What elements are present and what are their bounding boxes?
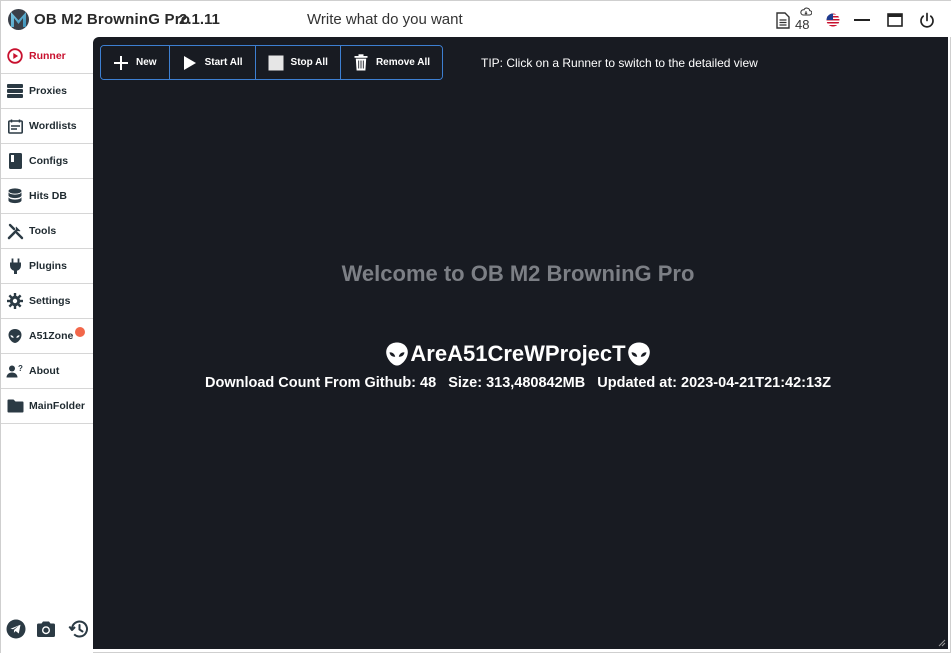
sidebar-item-label: Tools (29, 225, 57, 237)
sidebar-item-label: Wordlists (29, 120, 77, 132)
stop-all-button[interactable]: Stop All (255, 46, 341, 79)
alien-icon (627, 342, 650, 366)
gear-icon (6, 292, 24, 310)
cloud-count: 48 (795, 17, 810, 32)
release-updated: Updated at: 2023-04-21T21:42:13Z (597, 375, 831, 391)
calendar-list-icon (6, 117, 24, 135)
sidebar-item-label: Proxies (29, 85, 67, 97)
sidebar-item-mainfolder[interactable]: MainFolder (1, 389, 93, 424)
stop-icon (267, 54, 285, 72)
sidebar-item-plugins[interactable]: Plugins (1, 249, 93, 284)
user-question-icon: ? (6, 362, 24, 380)
sidebar-item-label: Configs (29, 155, 69, 167)
sidebar-item-wordlists[interactable]: Wordlists (1, 109, 93, 144)
sidebar-item-label: A51Zone (29, 330, 74, 342)
app-logo-icon (8, 9, 29, 30)
crew-name: AreA51CreWProjecT (410, 341, 626, 366)
plus-icon (112, 54, 130, 72)
app-version: 2.1.11 (179, 11, 220, 28)
crew-banner: AreA51CreWProjecT (93, 341, 943, 367)
sidebar-item-configs[interactable]: Configs (1, 144, 93, 179)
power-icon[interactable] (917, 9, 937, 31)
welcome-heading: Welcome to OB M2 BrowninG Pro (341, 261, 695, 286)
sidebar-item-label: Plugins (29, 260, 67, 272)
notification-dot (75, 327, 85, 337)
sidebar-item-hits-db[interactable]: Hits DB (1, 179, 93, 214)
title-bar: OB M2 BrowninG Pro 2.1.11 Write what do … (1, 1, 951, 37)
history-icon[interactable] (66, 617, 90, 641)
plug-icon (6, 257, 24, 275)
play-circle-icon (6, 47, 24, 65)
runner-toolbar: New Start All Stop All Remove All (100, 45, 444, 80)
sidebar-item-label: Hits DB (29, 190, 67, 202)
svg-text:?: ? (18, 364, 23, 373)
database-icon (6, 187, 24, 205)
start-all-button-label: Start All (204, 57, 243, 68)
alien-icon (6, 327, 24, 345)
search-input[interactable]: Write what do you want (307, 11, 463, 28)
camera-icon[interactable] (34, 617, 58, 641)
start-all-button[interactable]: Start All (169, 46, 256, 79)
tools-icon (6, 222, 24, 240)
release-info: Download Count From Github: 48 Size: 313… (93, 375, 943, 391)
new-button[interactable]: New (101, 46, 170, 79)
telegram-icon[interactable] (4, 617, 28, 641)
tip-text: TIP: Click on a Runner to switch to the … (481, 56, 758, 70)
cloud-download-counter[interactable]: 48 (795, 7, 817, 33)
folder-icon (6, 397, 24, 415)
sidebar: Runner Proxies Wordlists Configs Hits DB (1, 39, 93, 654)
play-icon (181, 54, 199, 72)
minimize-icon[interactable] (853, 9, 871, 31)
sidebar-item-label: About (29, 365, 60, 377)
trash-icon (352, 54, 370, 72)
sidebar-item-label: Runner (29, 50, 66, 62)
sidebar-item-a51zone[interactable]: A51Zone (1, 319, 93, 354)
us-flag-icon[interactable] (825, 9, 841, 31)
sidebar-item-label: MainFolder (29, 400, 86, 412)
book-icon (6, 152, 24, 170)
sidebar-item-label: Settings (29, 295, 71, 307)
sidebar-item-settings[interactable]: Settings (1, 284, 93, 319)
release-size: Size: 313,480842MB (448, 375, 586, 391)
app-title: OB M2 BrowninG Pro (34, 11, 191, 28)
resize-grip-icon[interactable] (936, 637, 946, 647)
cloud-download-icon (800, 7, 812, 16)
document-icon[interactable] (775, 9, 791, 31)
remove-all-button-label: Remove All (375, 57, 431, 68)
sidebar-item-about[interactable]: ? About (1, 354, 93, 389)
stop-all-button-label: Stop All (290, 57, 328, 68)
download-count: Download Count From Github: 48 (205, 375, 437, 391)
main-panel: New Start All Stop All Remove All TIP: C… (93, 37, 948, 649)
server-icon (6, 82, 24, 100)
app-window: OB M2 BrowninG Pro 2.1.11 Write what do … (0, 0, 951, 654)
sidebar-item-proxies[interactable]: Proxies (1, 74, 93, 109)
maximize-icon[interactable] (886, 9, 904, 31)
sidebar-item-runner[interactable]: Runner (1, 39, 93, 74)
remove-all-button[interactable]: Remove All (340, 46, 443, 79)
sidebar-item-tools[interactable]: Tools (1, 214, 93, 249)
alien-icon (386, 342, 409, 366)
sidebar-footer (1, 617, 93, 641)
new-button-label: New (136, 57, 157, 68)
